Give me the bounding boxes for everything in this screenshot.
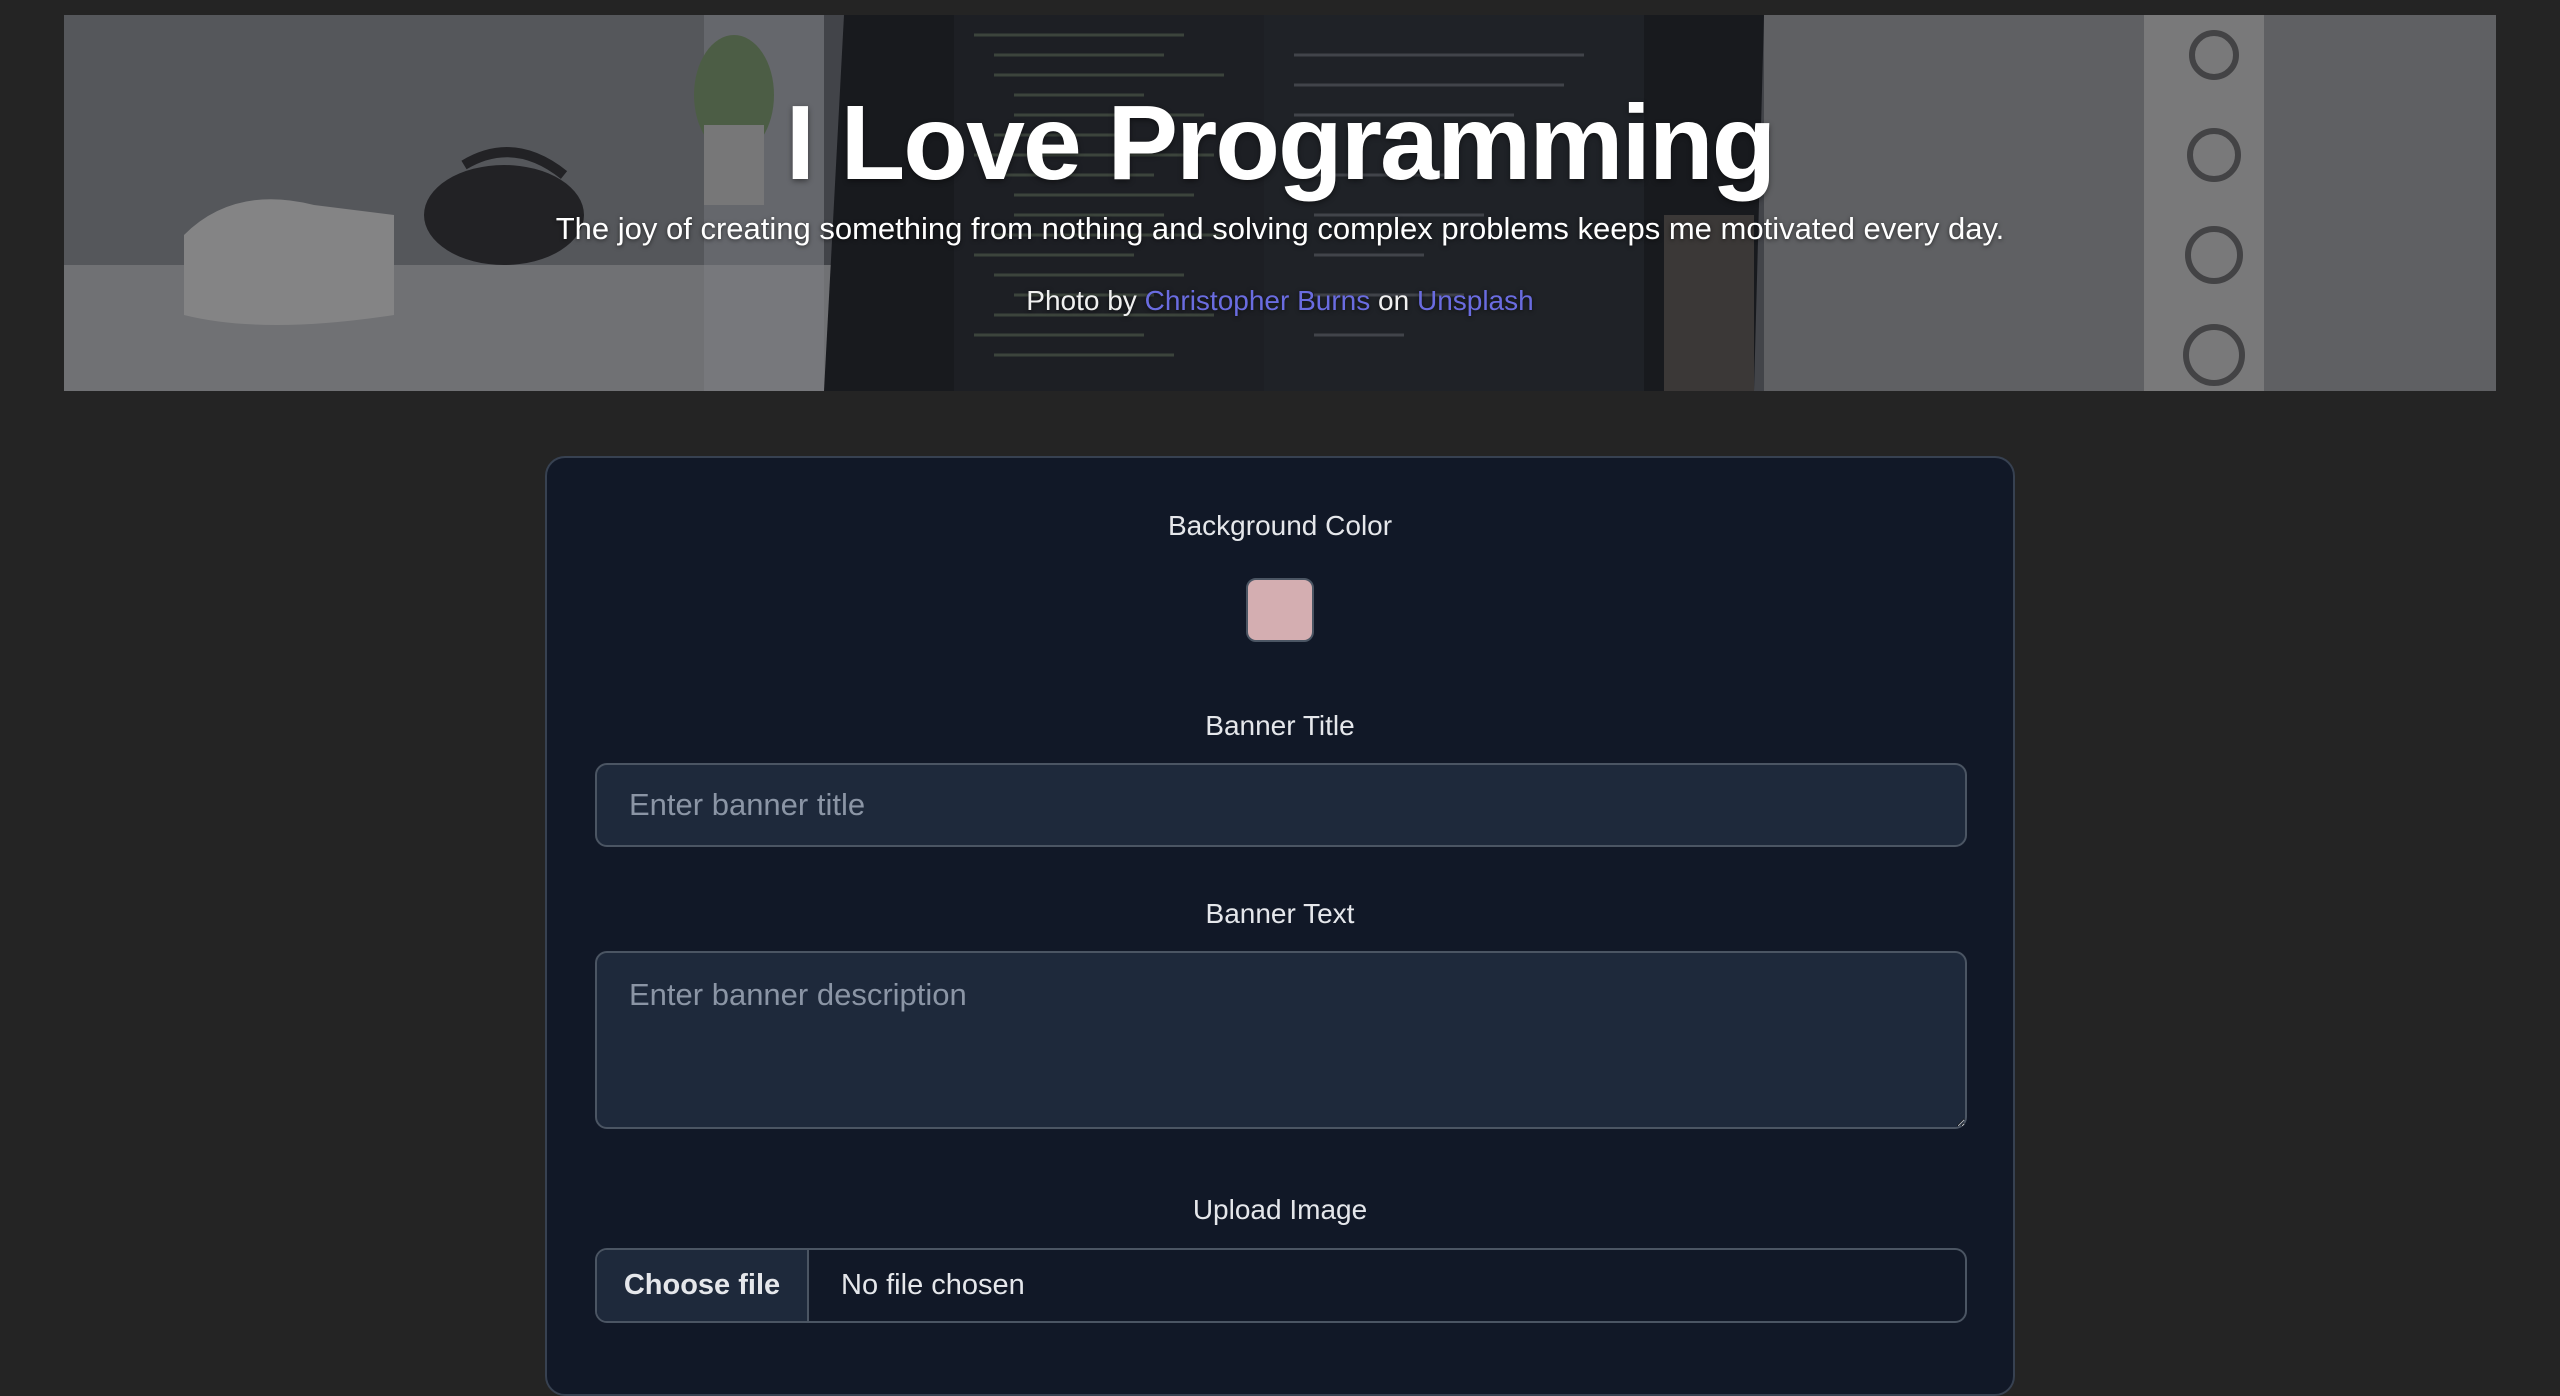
photo-credit: Photo by Christopher Burns on Unsplash [1026, 285, 1533, 317]
banner-settings-form: Background Color Banner Title Banner Tex… [545, 456, 2015, 1396]
file-status-text: No file chosen [841, 1269, 1025, 1301]
photo-author-link[interactable]: Christopher Burns [1145, 285, 1371, 316]
photo-credit-prefix: Photo by [1026, 284, 1137, 316]
banner-content: I Love Programming The joy of creating s… [64, 15, 2496, 391]
choose-file-button[interactable]: Choose file [597, 1250, 809, 1321]
banner-text-label: Banner Text [1205, 898, 1355, 929]
banner-title: I Love Programming [785, 84, 1777, 202]
banner-text: The joy of creating something from nothi… [555, 210, 2005, 246]
upload-image-label: Upload Image [1192, 1194, 1368, 1225]
image-file-input[interactable]: Choose file No file chosen [595, 1248, 1967, 1323]
banner-title-label: Banner Title [1205, 710, 1355, 741]
photo-credit-joiner: on [1378, 284, 1410, 316]
banner-text-textarea[interactable] [595, 951, 1967, 1129]
background-color-picker[interactable] [1246, 578, 1314, 642]
photo-site-link[interactable]: Unsplash [1417, 285, 1534, 316]
background-color-label: Background Color [1167, 510, 1393, 541]
banner-title-input[interactable] [595, 763, 1967, 847]
hero-banner: I Love Programming The joy of creating s… [64, 15, 2496, 391]
